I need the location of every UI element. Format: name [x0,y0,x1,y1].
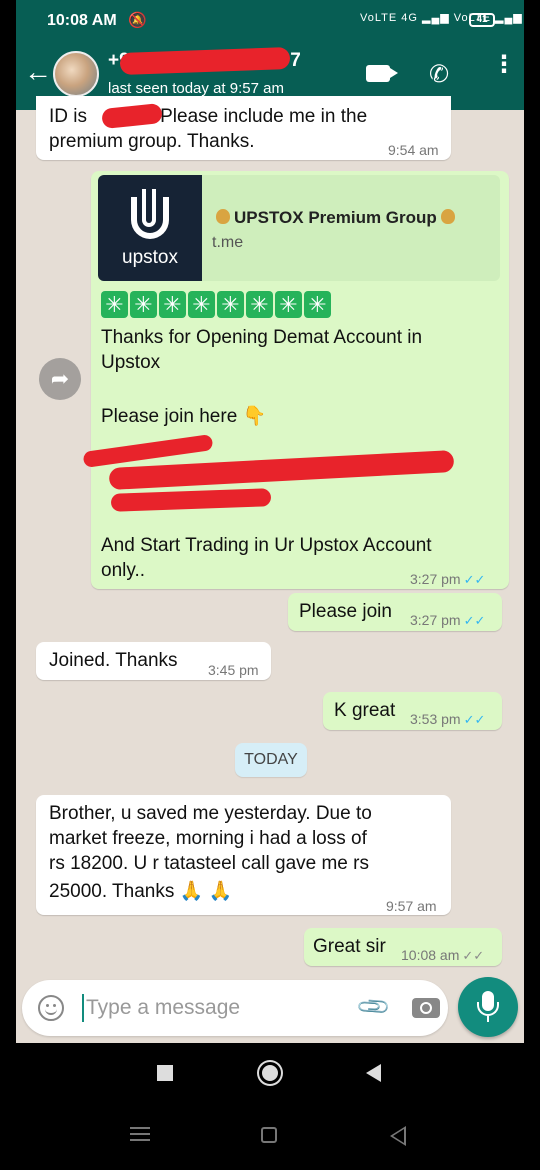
avatar[interactable] [53,51,99,97]
stop-icon[interactable] [157,1065,173,1081]
message-time: 3:27 pm ✓✓ [410,571,486,587]
sparkle-icon: ✳ [217,291,244,318]
message-outgoing[interactable]: upstox UPSTOX Premium Group t.me ✳ ✳ ✳ ✳ ✳ ✳ ✳… [82,171,509,589]
double-check-icon: ✓✓ [462,948,485,963]
message-text: K great [334,700,396,721]
link-preview[interactable]: upstox UPSTOX Premium Group t.me [98,175,500,281]
message-incoming[interactable]: Brother, u saved me yesterday. Due to ma… [36,795,451,915]
message-time: 10:08 am ✓✓ [401,947,485,963]
sparkle-icon: ✳ [101,291,128,318]
message-outgoing[interactable]: Please join 3:27 pm ✓✓ [288,593,502,631]
money-bag-icon [440,209,455,224]
record-icon[interactable] [259,1062,281,1084]
recents-icon[interactable] [130,1127,150,1141]
logo-text: upstox [122,247,178,268]
contact-name-suffix: 7 [290,50,301,71]
arrow-left-icon[interactable]: ← [24,58,52,86]
double-check-icon: ✓✓ [463,712,486,727]
message-text: Upstox [101,352,161,373]
chat-screen: 10:08 AM 🔕 VoLTE 4G ▂▄▆ VoLTE ▂▄▆ 41 ← +… [16,0,524,1043]
message-time: 3:45 pm [208,662,259,678]
paperclip-icon[interactable]: 📎 [355,988,393,1026]
forward-icon[interactable]: ➦ [39,358,81,400]
sparkle-icons: ✳ ✳ ✳ ✳ ✳ ✳ ✳ ✳ [101,291,333,319]
video-call-icon[interactable] [366,65,398,82]
battery-icon: 41 [469,13,495,27]
upstox-logo: upstox [98,175,202,281]
signal-icon: VoLTE 4G ▂▄▆ VoLTE ▂▄▆ [360,12,523,24]
message-text: Joined. Thanks [49,650,178,671]
message-input[interactable] [86,993,326,1023]
message-text: Please join [299,601,392,622]
sparkle-icon: ✳ [130,291,157,318]
play-back-icon[interactable] [366,1064,381,1082]
double-check-icon: ✓✓ [463,572,486,587]
emoji-icon[interactable] [38,995,64,1021]
message-text: rs 18200. U r tatasteel call gave me rs [49,853,369,874]
message-outgoing[interactable]: Great sir 10:08 am ✓✓ [304,928,502,966]
system-nav-bar [0,1107,540,1170]
message-time: 3:27 pm ✓✓ [410,612,486,628]
camera-icon[interactable] [412,998,440,1018]
message-text: premium group. Thanks. [49,131,255,152]
message-time: 9:57 am [386,898,437,914]
message-text: market freeze, morning i had a loss of [49,828,367,849]
home-icon[interactable] [261,1127,277,1143]
message-text: Brother, u saved me yesterday. Due to [49,803,372,824]
message-incoming[interactable]: Joined. Thanks 3:45 pm [36,642,271,680]
double-check-icon: ✓✓ [463,613,486,628]
date-separator: TODAY [235,743,307,777]
app-nav-bar [0,1043,540,1107]
sparkle-icon: ✳ [246,291,273,318]
message-text: . Please include me in the [149,106,368,127]
status-time: 10:08 AM [47,12,117,29]
sparkle-icon: ✳ [188,291,215,318]
message-composer: 📎 [22,980,448,1036]
message-time: 3:53 pm ✓✓ [410,711,486,727]
message-text: Please join here 👇 [101,406,267,427]
text-caret [82,994,84,1022]
message-text: And Start Trading in Ur Upstox Account [101,535,432,556]
last-seen: last seen today at 9:57 am [108,80,284,97]
message-text: Great sir [313,936,386,957]
message-time: 9:54 am [388,142,439,158]
sparkle-icon: ✳ [304,291,331,318]
link-url: t.me [212,234,244,251]
message-incoming[interactable]: ID is . Please include me in the premium… [36,96,451,160]
message-text: only.. [101,560,146,581]
more-vert-icon[interactable]: ⋮ [492,53,516,77]
back-icon[interactable] [390,1126,406,1146]
link-title: UPSTOX Premium Group [212,205,459,230]
bell-off-icon: 🔕 [128,12,147,29]
microphone-button[interactable] [458,977,518,1037]
message-text: 25000. Thanks 🙏 🙏 [49,881,233,902]
phone-icon[interactable]: ✆ [429,60,449,89]
money-bag-icon [216,209,230,224]
redaction-mark [110,488,272,512]
message-outgoing[interactable]: K great 3:53 pm ✓✓ [323,692,502,730]
message-text: ID is [49,106,87,127]
sparkle-icon: ✳ [159,291,186,318]
status-bar: 10:08 AM 🔕 VoLTE 4G ▂▄▆ VoLTE ▂▄▆ 41 [16,0,524,40]
sparkle-icon: ✳ [275,291,302,318]
message-text: Thanks for Opening Demat Account in [101,327,423,348]
